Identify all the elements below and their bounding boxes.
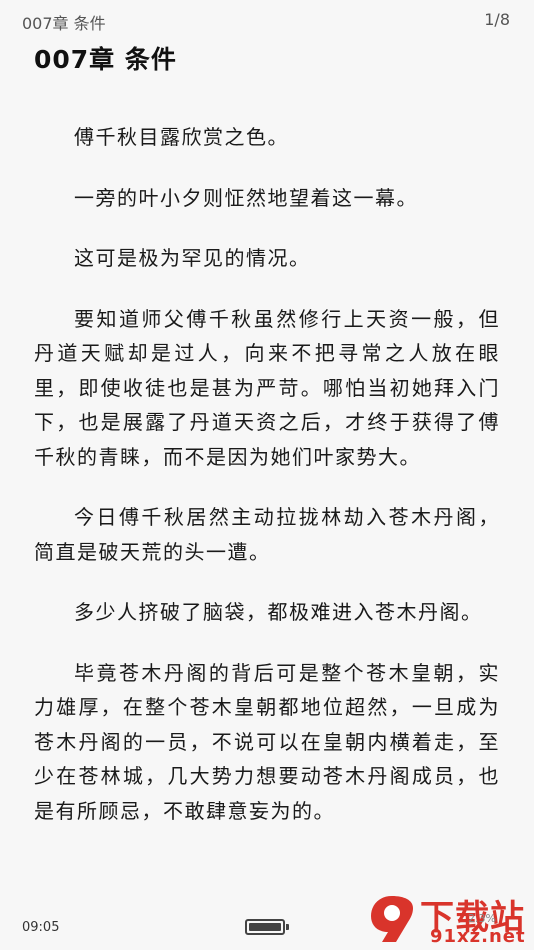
reader-content[interactable]: 傅千秋目露欣赏之色。 一旁的叶小夕则怔然地望着这一幕。 这可是极为罕见的情况。 … bbox=[34, 120, 500, 854]
paragraph: 毕竟苍木丹阁的背后可是整个苍木皇朝，实力雄厚，在整个苍木皇朝都地位超然，一旦成为… bbox=[34, 660, 500, 823]
site-watermark: 下载站 2.3% 91xz.net bbox=[368, 890, 528, 948]
watermark-logo-icon bbox=[371, 896, 413, 942]
clock: 09:05 bbox=[22, 920, 60, 935]
paragraph: 傅千秋目露欣赏之色。 bbox=[74, 125, 289, 149]
paragraph: 一旁的叶小夕则怔然地望着这一幕。 bbox=[74, 185, 418, 210]
paragraph: 要知道师父傅千秋虽然修行上天资一般，但丹道天赋却是过人，向来不把寻常之人放在眼里… bbox=[34, 306, 500, 469]
reader-top-bar: 007章 条件 1/8 bbox=[0, 0, 534, 40]
battery-fill bbox=[249, 923, 281, 931]
paragraph: 今日傅千秋居然主动拉拢林劫入苍木丹阁，简直是破天荒的头一遭。 bbox=[34, 505, 500, 564]
progress-text: 2.3% bbox=[468, 912, 496, 925]
chapter-title: 007章 条件 bbox=[34, 45, 177, 74]
page-indicator: 1/8 bbox=[484, 10, 510, 29]
watermark-url: 91xz.net bbox=[430, 926, 526, 947]
header-chapter-label: 007章 条件 bbox=[22, 14, 106, 33]
battery-tip bbox=[286, 924, 289, 930]
battery-icon bbox=[245, 919, 285, 935]
paragraph: 多少人挤破了脑袋，都极难进入苍木丹阁。 bbox=[74, 600, 483, 624]
paragraph: 这可是极为罕见的情况。 bbox=[74, 246, 311, 270]
